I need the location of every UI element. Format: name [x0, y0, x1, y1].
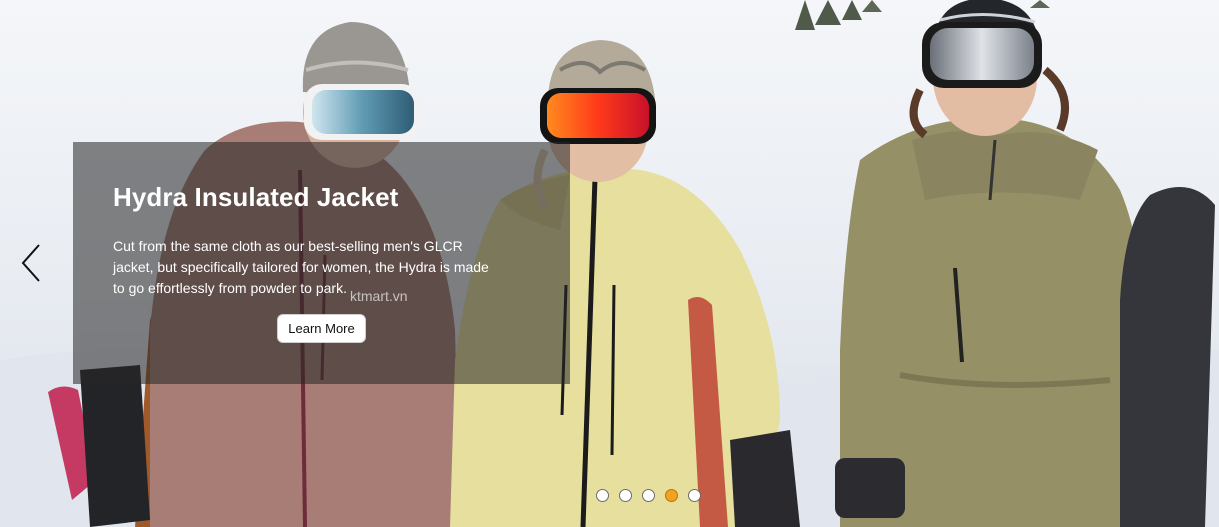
slide-dot-4[interactable]: [665, 489, 678, 502]
learn-more-button[interactable]: Learn More: [277, 314, 366, 343]
slide-description: Cut from the same cloth as our best-sell…: [113, 238, 489, 296]
slide-title: Hydra Insulated Jacket: [113, 182, 399, 212]
slide-dot-3[interactable]: [642, 489, 655, 502]
chevron-left-icon: [21, 244, 40, 282]
slide-dot-1[interactable]: [596, 489, 609, 502]
slide-dot-5[interactable]: [688, 489, 701, 502]
hero-carousel: Hydra Insulated Jacket Cut from the same…: [0, 0, 1219, 527]
slide-dot-2[interactable]: [619, 489, 632, 502]
previous-slide-button[interactable]: [14, 241, 48, 285]
watermark-text: ktmart.vn: [350, 288, 408, 304]
slide-indicator-dots: [596, 489, 701, 502]
slide-caption-panel: Hydra Insulated Jacket Cut from the same…: [73, 142, 570, 384]
